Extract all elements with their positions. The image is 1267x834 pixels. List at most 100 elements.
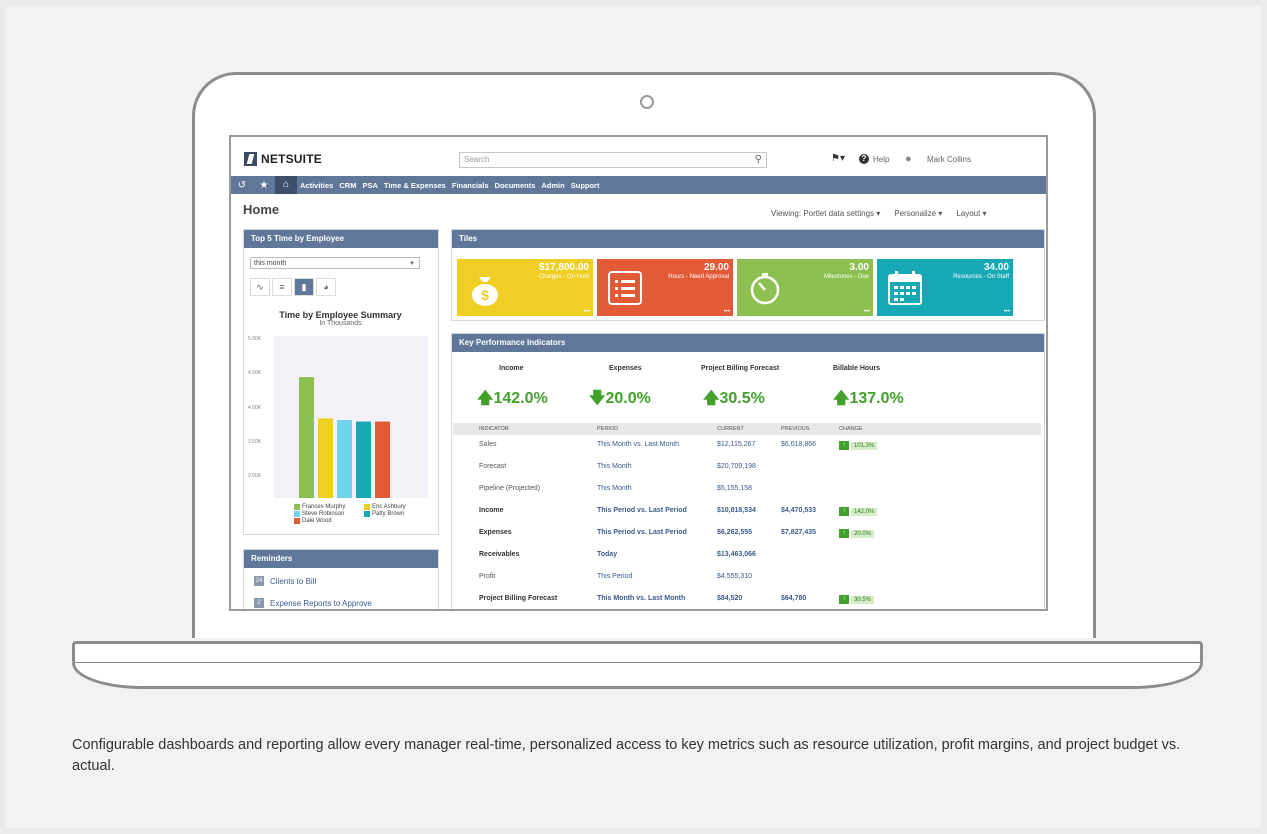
horizontal-bar-chart-icon[interactable]: ≡ xyxy=(272,278,292,296)
nav-crm[interactable]: CRM xyxy=(336,181,359,190)
kpi-current[interactable]: $84,520 xyxy=(717,595,742,602)
kpi-period[interactable]: This Month vs. Last Month xyxy=(597,441,679,448)
kpi-table-row[interactable]: Sales This Month vs. Last Month $12,115,26… xyxy=(453,435,1041,457)
recent-icon[interactable]: ↺ xyxy=(231,180,253,191)
chart-bar[interactable] xyxy=(356,421,371,498)
arrow-up-icon: 🡅 xyxy=(477,390,494,407)
line-chart-icon[interactable]: ∿ xyxy=(250,278,270,296)
help-icon[interactable]: ? xyxy=(859,154,869,164)
kpi-period[interactable]: This Month xyxy=(597,463,632,470)
kpi-table-row[interactable]: Pipeline (Projected) This Month $5,155,158 xyxy=(453,479,1041,501)
kpi-summary-value[interactable]: 🡅30.5% xyxy=(703,387,765,414)
kpi-summary-value[interactable]: 🡇20.0% xyxy=(589,387,651,414)
kpi-indicator: Expenses xyxy=(479,529,512,536)
chart-bar[interactable] xyxy=(299,377,314,498)
chart-bar[interactable] xyxy=(375,421,390,498)
kpi-title[interactable]: Key Performance Indicators xyxy=(452,334,1044,352)
kpi-previous[interactable]: $6,018,866 xyxy=(781,441,816,448)
kpi-current[interactable]: $20,709,198 xyxy=(717,463,756,470)
user-name[interactable]: Mark Collins xyxy=(927,155,971,164)
kpi-current[interactable]: $13,463,066 xyxy=(717,551,756,558)
netsuite-logo[interactable]: NETSUITE xyxy=(244,151,322,167)
y-tick-label: 3.50K xyxy=(248,439,262,445)
global-search-input[interactable]: Search ⚲ xyxy=(459,152,767,168)
period-select[interactable]: this month ▼ xyxy=(250,257,420,269)
tile-milestones-due[interactable]: 3.00 Milestones - Due ••• xyxy=(737,259,873,316)
kpi-table-row[interactable]: Profit This Period $4,555,310 xyxy=(453,567,1041,589)
tiles-title[interactable]: Tiles xyxy=(452,230,1044,248)
kpi-period[interactable]: This Period vs. Last Period xyxy=(597,529,687,536)
nav-psa[interactable]: PSA xyxy=(359,181,380,190)
chart-bar[interactable] xyxy=(337,420,352,498)
search-icon[interactable]: ⚲ xyxy=(755,154,762,165)
kpi-previous[interactable]: $64,780 xyxy=(781,595,806,602)
viewing-settings-link[interactable]: Viewing: Portlet data settings ▾ xyxy=(771,209,880,218)
reminder-item[interactable]: 24 Clients to Bill xyxy=(254,576,316,586)
logo-text: NETSUITE xyxy=(261,152,322,166)
kpi-current[interactable]: $5,155,158 xyxy=(717,485,752,492)
legend-item[interactable]: Frances Murphy xyxy=(294,504,358,510)
chart-subtitle: In Thousands xyxy=(319,320,362,327)
more-icon[interactable]: ••• xyxy=(724,309,730,315)
nav-documents[interactable]: Documents xyxy=(492,181,539,190)
laptop-base-bottom xyxy=(72,663,1203,689)
legend-swatch xyxy=(294,504,300,510)
kpi-previous[interactable]: $7,827,435 xyxy=(781,529,816,536)
kpi-indicator: Sales xyxy=(479,441,497,448)
more-icon[interactable]: ••• xyxy=(864,309,870,315)
flag-icon[interactable]: ⚑▾ xyxy=(831,154,845,164)
legend-row: Frances Murphy Eric Ashbury xyxy=(294,504,434,510)
arrow-up-icon: ↑ xyxy=(839,507,849,516)
kpi-table-row[interactable]: Income This Period vs. Last Period $10,818… xyxy=(453,501,1041,523)
kpi-summary-value[interactable]: 🡅137.0% xyxy=(833,387,904,414)
personalize-link[interactable]: Personalize ▾ xyxy=(894,209,942,218)
kpi-period[interactable]: This Month vs. Last Month xyxy=(597,595,685,602)
kpi-summary-value[interactable]: 🡅142.0% xyxy=(477,387,548,414)
home-icon[interactable]: ⌂ xyxy=(275,176,297,194)
kpi-table-row[interactable]: Project Billing Forecast This Month vs. L… xyxy=(453,589,1041,609)
chart-bar[interactable] xyxy=(318,418,333,498)
kpi-indicator: Receivables xyxy=(479,551,520,558)
kpi-current[interactable]: $6,262,555 xyxy=(717,529,752,536)
pie-chart-icon[interactable]: ◕ xyxy=(316,278,336,296)
user-icon[interactable]: ● xyxy=(905,153,917,165)
more-icon[interactable]: ••• xyxy=(1004,309,1010,315)
tile-charges-on-hold[interactable]: $ $17,800.00 Charges - On Hold ••• xyxy=(457,259,593,316)
nav-activities[interactable]: Activities xyxy=(297,181,336,190)
kpi-summary-label: Expenses xyxy=(609,365,642,372)
more-icon[interactable]: ••• xyxy=(584,309,590,315)
kpi-previous[interactable]: $4,470,533 xyxy=(781,507,816,514)
kpi-current[interactable]: $12,115,267 xyxy=(717,441,755,448)
nav-financials[interactable]: Financials xyxy=(449,181,492,190)
nav-support[interactable]: Support xyxy=(568,181,603,190)
kpi-table-row[interactable]: Expenses This Period vs. Last Period $6,26… xyxy=(453,523,1041,545)
top-time-title[interactable]: Top 5 Time by Employee xyxy=(244,230,438,248)
star-icon[interactable]: ★ xyxy=(253,180,275,191)
nav-admin[interactable]: Admin xyxy=(538,181,567,190)
svg-text:$: $ xyxy=(481,287,489,303)
laptop-base xyxy=(72,641,1203,665)
tile-resources-on-staff[interactable]: 34.00 Resources - On Staff ••• xyxy=(877,259,1013,316)
legend-label: Eric Ashbury xyxy=(372,504,406,510)
nav-time-expenses[interactable]: Time & Expenses xyxy=(381,181,449,190)
kpi-change-value: 30.5% xyxy=(851,595,875,604)
kpi-current[interactable]: $4,555,310 xyxy=(717,573,752,580)
help-link[interactable]: Help xyxy=(873,155,889,164)
reminders-title[interactable]: Reminders xyxy=(244,550,438,568)
kpi-current[interactable]: $10,818,534 xyxy=(717,507,756,514)
kpi-period[interactable]: Today xyxy=(597,551,617,558)
kpi-period[interactable]: This Period xyxy=(597,573,632,580)
tile-hours-need-approval[interactable]: 29.00 Hours - Need Approval ••• xyxy=(597,259,733,316)
reminder-label: Expense Reports to Approve xyxy=(270,598,372,608)
kpi-table-row[interactable]: Receivables Today $13,463,066 xyxy=(453,545,1041,567)
legend-item[interactable]: Patty Brown xyxy=(364,511,428,517)
legend-item[interactable]: Dale Wood xyxy=(294,518,358,524)
legend-item[interactable]: Eric Ashbury xyxy=(364,504,428,510)
legend-item[interactable]: Steve Robinson xyxy=(294,511,358,517)
layout-link[interactable]: Layout ▾ xyxy=(956,209,986,218)
kpi-table-row[interactable]: Forecast This Month $20,709,198 xyxy=(453,457,1041,479)
kpi-period[interactable]: This Period vs. Last Period xyxy=(597,507,687,514)
reminder-item[interactable]: 2 Expense Reports to Approve xyxy=(254,598,372,608)
kpi-period[interactable]: This Month xyxy=(597,485,632,492)
column-chart-icon[interactable]: ▮ xyxy=(294,278,314,296)
